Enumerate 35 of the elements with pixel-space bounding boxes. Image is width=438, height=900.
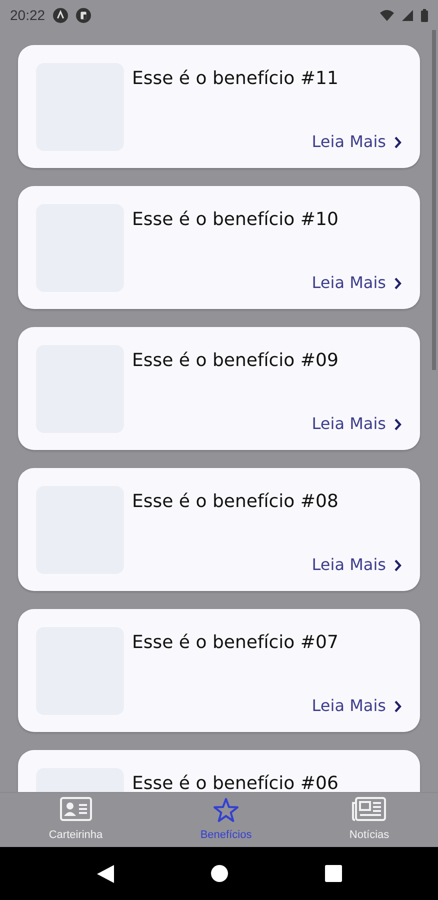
newspaper-icon xyxy=(352,796,386,823)
read-more-link[interactable]: Leia Mais xyxy=(312,553,386,577)
notification-icon xyxy=(76,8,92,22)
benefit-title: Esse é o benefício #09 xyxy=(132,349,340,373)
star-icon xyxy=(213,796,240,823)
benefit-title: Esse é o benefício #07 xyxy=(132,631,340,655)
read-more-link[interactable]: Leia Mais xyxy=(312,271,386,295)
signal-icon xyxy=(402,10,413,20)
home-icon[interactable] xyxy=(210,865,228,882)
chevron-right-icon[interactable] xyxy=(394,418,402,430)
benefit-title: Esse é o benefício #11 xyxy=(132,67,340,91)
clock: 20:22 xyxy=(10,6,46,24)
benefit-title: Esse é o benefício #06 xyxy=(132,772,340,792)
back-icon[interactable] xyxy=(96,864,114,882)
read-more-link[interactable]: Leia Mais xyxy=(312,412,386,436)
benefit-card[interactable]: Esse é o benefício #09 Leia Mais xyxy=(18,327,420,450)
benefit-title: Esse é o benefício #08 xyxy=(132,490,340,514)
read-more-link[interactable]: Leia Mais xyxy=(312,130,386,154)
scrollbar[interactable] xyxy=(432,30,436,370)
benefit-title: Esse é o benefício #10 xyxy=(132,208,340,232)
read-more-link[interactable]: Leia Mais xyxy=(312,694,386,718)
chevron-right-icon[interactable] xyxy=(394,276,402,290)
id-card-icon xyxy=(60,796,92,823)
benefit-card[interactable]: Esse é o benefício #06 xyxy=(18,750,420,792)
recents-icon[interactable] xyxy=(324,865,342,882)
chevron-right-icon[interactable] xyxy=(394,700,402,712)
benefit-card[interactable]: Esse é o benefício #07 Leia Mais xyxy=(18,609,420,732)
chevron-right-icon[interactable] xyxy=(394,136,402,148)
chevron-right-icon[interactable] xyxy=(394,558,402,572)
benefit-card[interactable]: Esse é o benefício #10 Leia Mais xyxy=(18,186,420,309)
benefit-card[interactable]: Esse é o benefício #11 Leia Mais xyxy=(18,45,420,168)
battery-icon xyxy=(421,8,428,22)
benefit-card[interactable]: Esse é o benefício #08 Leia Mais xyxy=(18,468,420,591)
notification-icon xyxy=(53,8,68,22)
wifi-icon xyxy=(380,10,394,20)
